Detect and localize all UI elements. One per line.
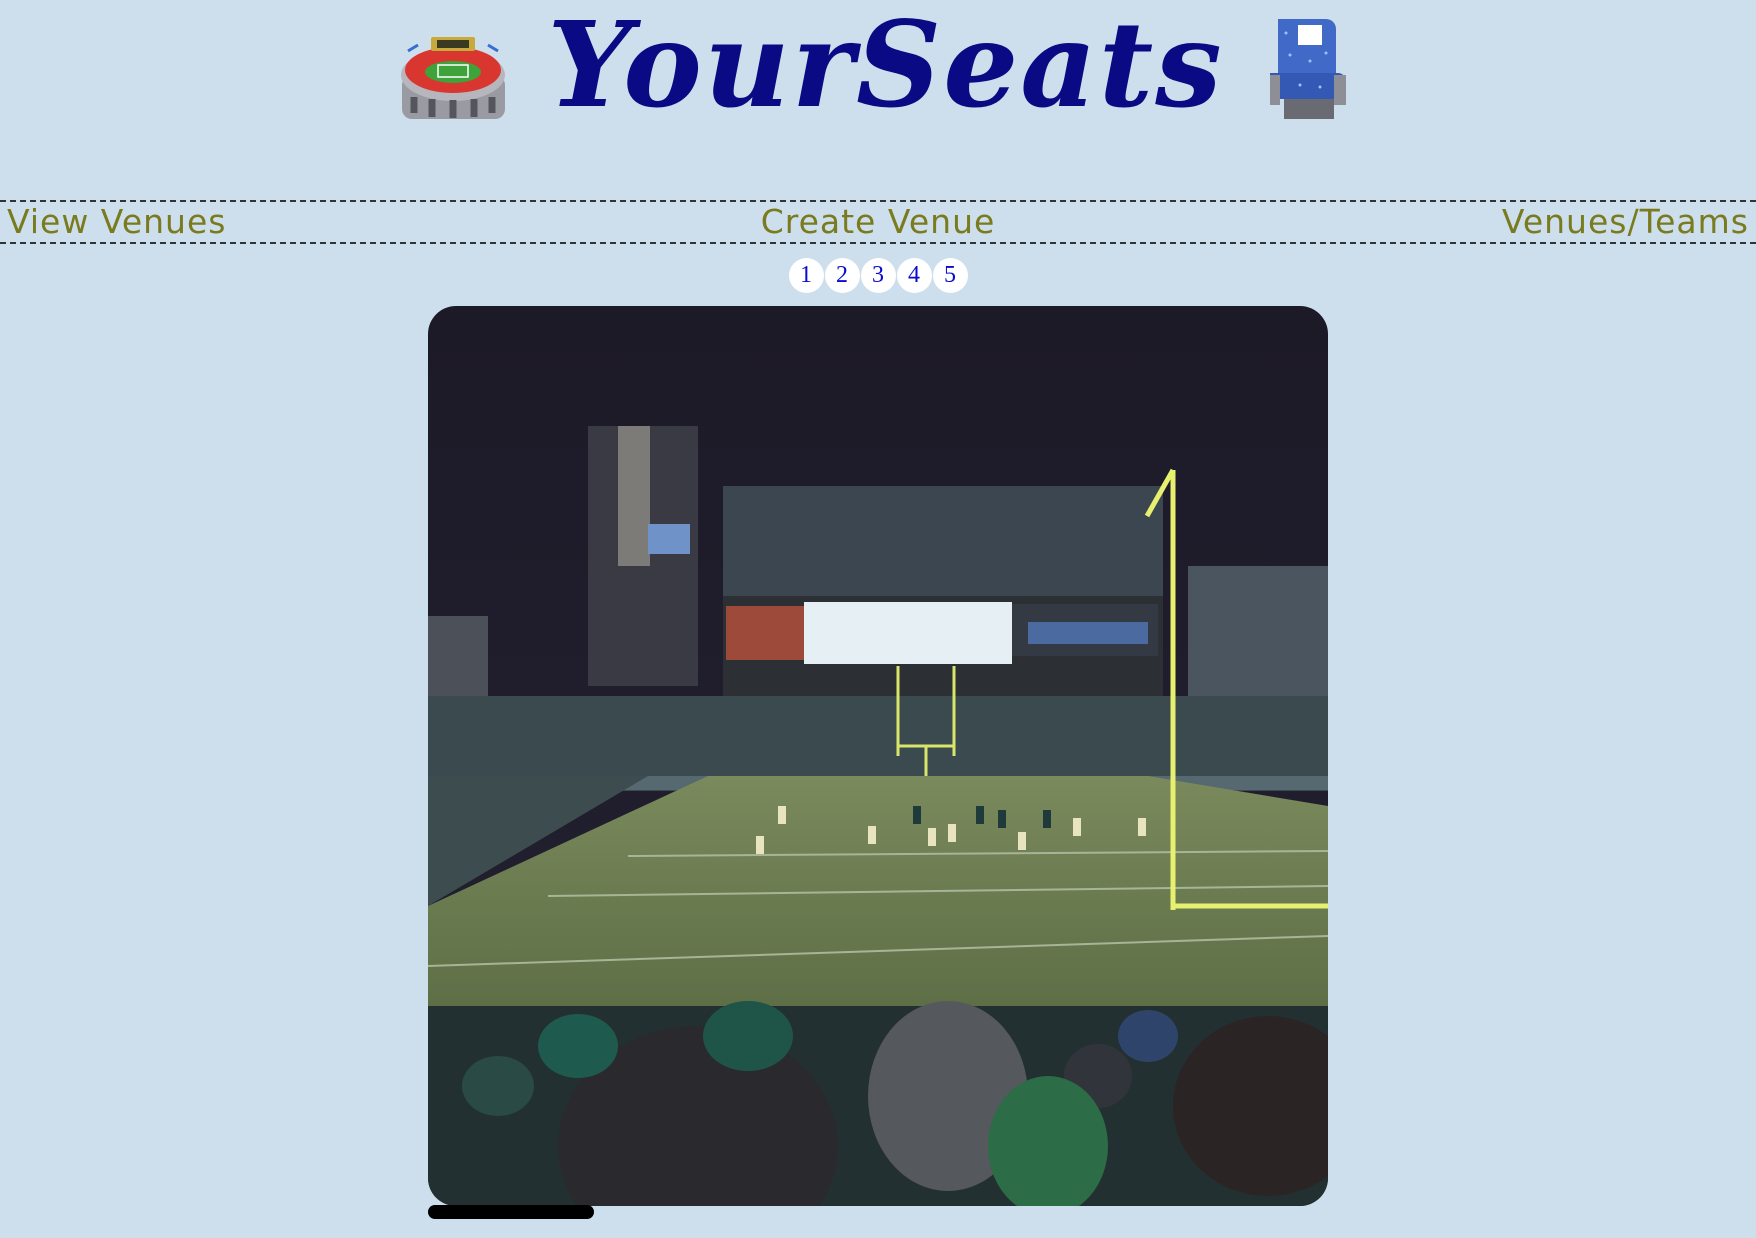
seat-icon [1260,13,1360,128]
pagination: 1 2 3 4 5 [0,258,1756,293]
page-1-button[interactable]: 1 [788,258,824,293]
page-4-button[interactable]: 4 [896,258,932,293]
site-header: YourSeats [0,0,1756,140]
venues-teams-link[interactable]: Venues/Teams [1502,202,1749,242]
stadium-icon [396,13,511,128]
page-5-button[interactable]: 5 [932,258,968,293]
create-venue-link[interactable]: Create Venue [0,202,1756,242]
site-title: YourSeats [547,0,1224,134]
page-2-button[interactable]: 2 [824,258,860,293]
page-3-button[interactable]: 3 [860,258,896,293]
horizontal-scrollbar[interactable] [428,1205,594,1219]
main-nav: View Venues Create Venue Venues/Teams [0,200,1756,244]
seat-view-photo [428,306,1328,1206]
